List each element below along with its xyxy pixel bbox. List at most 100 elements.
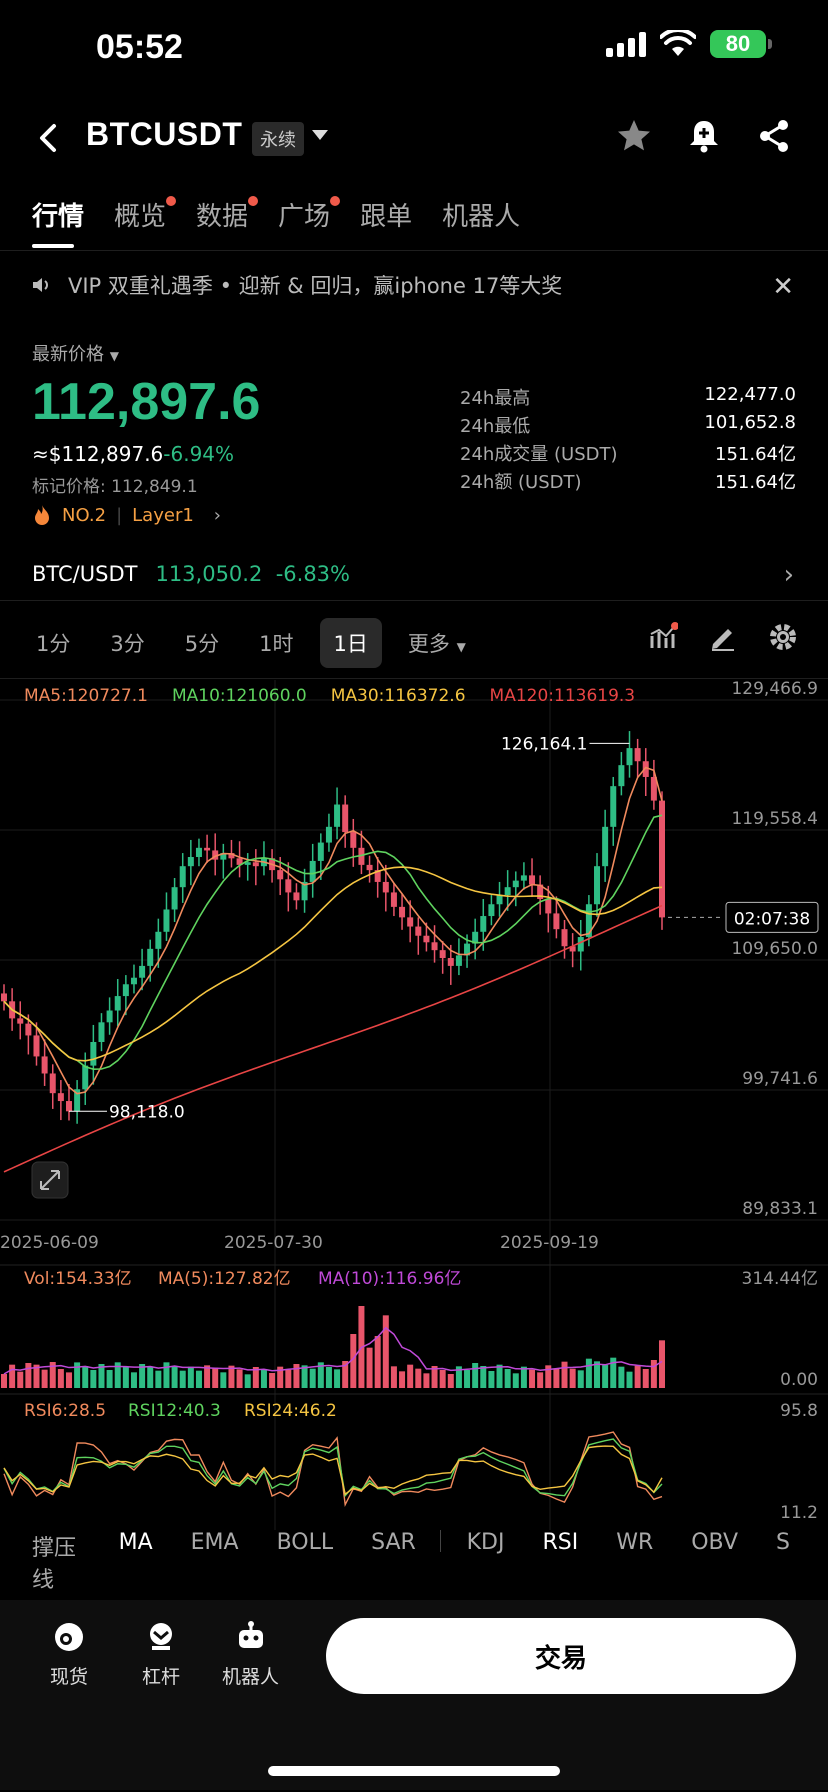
- volume-ma10: MA(10):116.96亿: [318, 1269, 461, 1289]
- star-icon[interactable]: [614, 116, 654, 156]
- kline-chart[interactable]: 129,466.9 119,558.4 109,650.0 99,741.6 89,83…: [0, 680, 828, 1530]
- ma-legend: MA5:120727.1 MA10:121060.0 MA30:116372.6…: [24, 686, 635, 706]
- indicator-boll[interactable]: BOLL: [277, 1530, 334, 1594]
- bell-plus-icon[interactable]: [684, 116, 724, 156]
- tab-square[interactable]: 广场: [278, 196, 341, 233]
- ma5-value: MA5:120727.1: [24, 686, 148, 706]
- stat-high: 24h最高 122,477.0: [460, 384, 796, 409]
- indicator-ema[interactable]: EMA: [191, 1530, 239, 1594]
- promo-banner[interactable]: VIP 双重礼遇季 • 迎新 & 回归，赢iphone 17等大奖: [30, 270, 562, 300]
- draw-pen-icon[interactable]: [708, 622, 738, 652]
- indicator-wr[interactable]: WR: [616, 1530, 653, 1594]
- candle-body: [496, 895, 503, 905]
- volume-bar: [155, 1370, 162, 1388]
- indicator-kdj[interactable]: KDJ: [467, 1530, 505, 1594]
- nav-robot[interactable]: 机器人: [222, 1620, 279, 1689]
- timeframe-more[interactable]: 更多 ▼: [394, 618, 480, 668]
- volume-bar: [520, 1366, 527, 1388]
- signal-icon: [606, 31, 646, 57]
- candle-body: [106, 1010, 113, 1023]
- candle-body: [25, 1023, 32, 1036]
- tag-row[interactable]: NO.2 | Layer1 ›: [32, 504, 221, 526]
- indicator-rsi[interactable]: RSI: [542, 1530, 578, 1594]
- indicator-ma[interactable]: MA: [119, 1530, 153, 1594]
- nav-spot[interactable]: 现货: [50, 1620, 88, 1689]
- candle-body: [334, 804, 341, 827]
- back-icon[interactable]: [28, 118, 68, 158]
- share-icon[interactable]: [754, 116, 794, 156]
- nav-margin[interactable]: 杠杆: [142, 1620, 180, 1689]
- timeframe-3m[interactable]: 3分: [96, 618, 158, 668]
- home-indicator: [268, 1766, 560, 1776]
- rsi-line: [3, 1438, 663, 1498]
- volume-bar: [585, 1358, 592, 1388]
- spot-pair-name: BTC/USDT: [32, 562, 138, 586]
- volume-bar: [41, 1369, 48, 1388]
- volume-bar: [179, 1370, 186, 1388]
- stat-low: 24h最低 101,652.8: [460, 412, 796, 437]
- timeframe-5m[interactable]: 5分: [171, 618, 233, 668]
- volume-bar: [293, 1364, 300, 1388]
- tab-bots[interactable]: 机器人: [442, 196, 520, 233]
- gear-icon[interactable]: [768, 622, 798, 652]
- rsi12-label: RSI12:40.3: [128, 1401, 221, 1421]
- candle-body: [602, 826, 609, 867]
- candle-body: [447, 958, 454, 966]
- candle-body: [277, 870, 284, 880]
- timeframe-1h[interactable]: 1时: [245, 618, 307, 668]
- tab-copy-trading[interactable]: 跟单: [360, 196, 412, 233]
- tab-overview[interactable]: 概览: [114, 196, 177, 233]
- volume-bar: [187, 1366, 194, 1388]
- volume-bar: [480, 1366, 487, 1388]
- candle-body: [139, 965, 146, 978]
- indicator-separator: [439, 1530, 441, 1552]
- last-price-label[interactable]: 最新价格 ▼: [32, 340, 119, 366]
- rsi6-label: RSI6:28.5: [24, 1401, 106, 1421]
- symbol-title[interactable]: BTCUSDT: [86, 116, 242, 153]
- candle-body: [480, 916, 487, 932]
- volume-bar: [618, 1366, 625, 1388]
- volume-bar: [447, 1374, 454, 1388]
- countdown-label: 02:07:38: [734, 909, 810, 929]
- candle-body: [114, 996, 121, 1011]
- candle-body: [98, 1022, 105, 1043]
- stat-volume: 24h成交量 (USDT) 151.64亿: [460, 444, 796, 465]
- volume-bar: [390, 1366, 397, 1388]
- candle-body: [618, 765, 625, 787]
- candle-body: [163, 909, 170, 932]
- volume-bar: [472, 1363, 479, 1388]
- volume-bar: [285, 1369, 292, 1388]
- candle-body: [488, 904, 495, 917]
- tab-data[interactable]: 数据: [196, 196, 259, 233]
- ma10-value: MA10:121060.0: [171, 686, 307, 706]
- divider: [0, 600, 828, 601]
- low-label: 98,118.0: [109, 1102, 185, 1122]
- indicator-sar[interactable]: SAR: [371, 1530, 416, 1594]
- volume-bar: [488, 1371, 495, 1388]
- nav-spot-label: 现货: [50, 1666, 89, 1688]
- indicator-support[interactable]: 撑压线: [32, 1530, 81, 1594]
- volume-bar: [594, 1361, 601, 1388]
- last-price: 112,897.6: [32, 373, 261, 431]
- timeframe-1d[interactable]: 1日: [319, 618, 382, 668]
- close-icon[interactable]: ✕: [772, 272, 794, 302]
- chevron-down-icon[interactable]: [312, 130, 328, 140]
- indicator-icon[interactable]: [648, 622, 678, 652]
- volume-bar: [407, 1364, 414, 1388]
- indicator-obv[interactable]: OBV: [691, 1530, 738, 1594]
- usd-approx: ≈$112,897.6: [32, 442, 164, 466]
- stats-panel: 24h最高 122,477.0 24h最低 101,652.8 24h成交量 (US…: [460, 384, 796, 496]
- candle-body: [252, 862, 259, 867]
- spot-pair-row[interactable]: BTC/USDT 113,050.2 -6.83%: [32, 562, 350, 586]
- tab-underline: [32, 244, 74, 248]
- volume-bar: [1, 1374, 7, 1388]
- chevron-right-icon[interactable]: ›: [784, 560, 794, 590]
- timeframe-1m[interactable]: 1分: [22, 618, 84, 668]
- volume-bar: [9, 1364, 16, 1388]
- tab-market[interactable]: 行情: [32, 196, 84, 233]
- candle-body: [390, 892, 397, 907]
- indicator-more[interactable]: S: [776, 1530, 790, 1594]
- trade-button[interactable]: 交易: [326, 1618, 796, 1694]
- volume-bar: [423, 1373, 430, 1388]
- volume-bar: [301, 1365, 308, 1388]
